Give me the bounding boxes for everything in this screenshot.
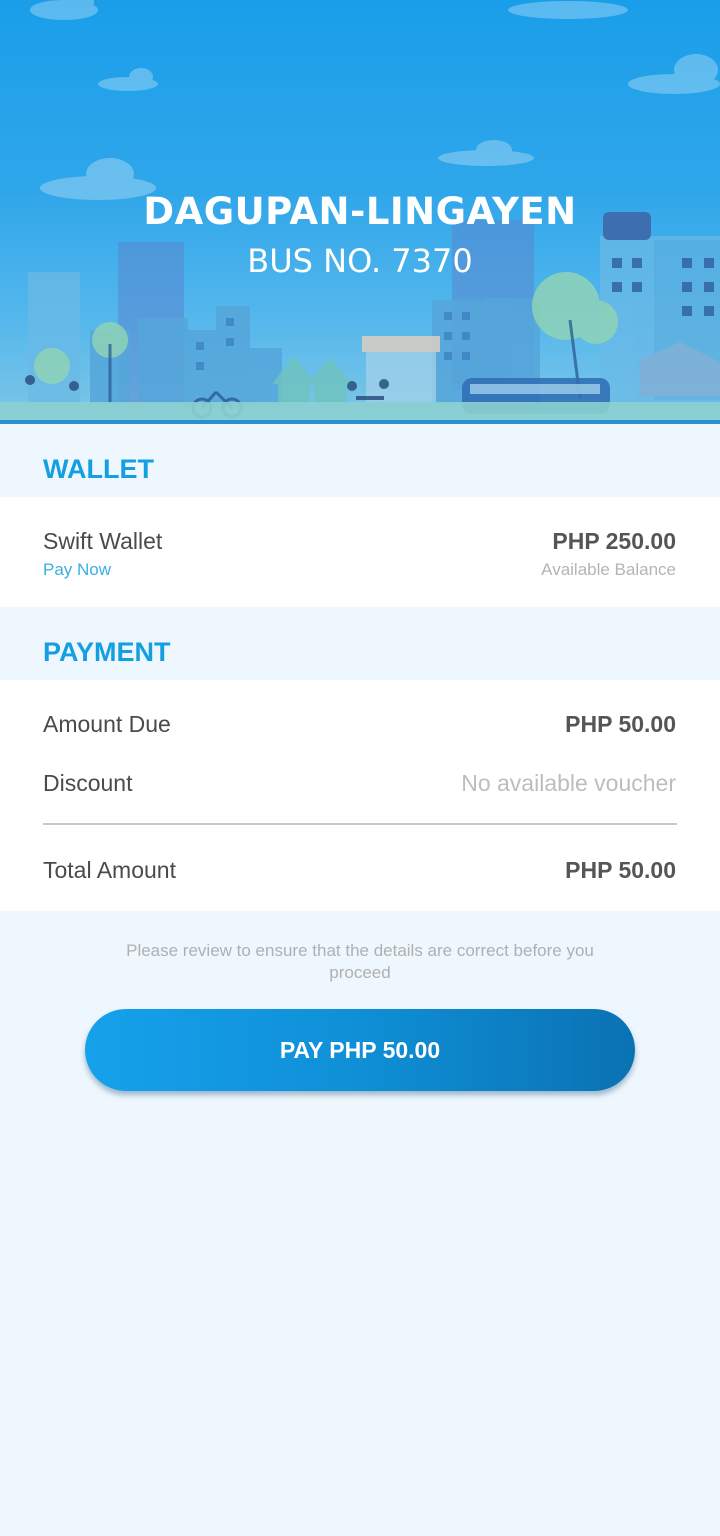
bus-number: BUS NO. 7370 [247, 242, 473, 280]
wallet-name: Swift Wallet [43, 528, 163, 554]
wallet-section-header: WALLET [0, 424, 720, 496]
review-notice: Please review to ensure that the details… [126, 941, 594, 982]
pay-now-link[interactable]: Pay Now [43, 560, 111, 580]
wallet-card[interactable]: Swift Wallet Pay Now PHP 250.00 Availabl… [0, 497, 720, 607]
route-title: DAGUPAN-LINGAYEN [143, 190, 577, 233]
hero-banner: DAGUPAN-LINGAYEN BUS NO. 7370 [0, 0, 720, 424]
payment-section-header: PAYMENT [0, 607, 720, 679]
total-amount-value: PHP 50.00 [565, 857, 676, 883]
pay-button[interactable]: PAY PHP 50.00 [85, 1009, 635, 1091]
discount-label: Discount [43, 770, 133, 796]
balance-caption: Available Balance [541, 560, 676, 579]
wallet-balance: PHP 250.00 [552, 528, 676, 554]
pay-button-label: PAY PHP 50.00 [279, 1036, 441, 1063]
discount-value[interactable]: No available voucher [461, 770, 676, 797]
payment-divider [43, 823, 677, 825]
wallet-section-title: WALLET [43, 454, 154, 484]
payment-card: Amount Due PHP 50.00 Discount No availab… [0, 680, 720, 911]
amount-due-value: PHP 50.00 [565, 711, 676, 737]
amount-due-label: Amount Due [43, 711, 171, 737]
payment-section-title: PAYMENT [43, 637, 171, 667]
total-amount-label: Total Amount [43, 857, 176, 883]
